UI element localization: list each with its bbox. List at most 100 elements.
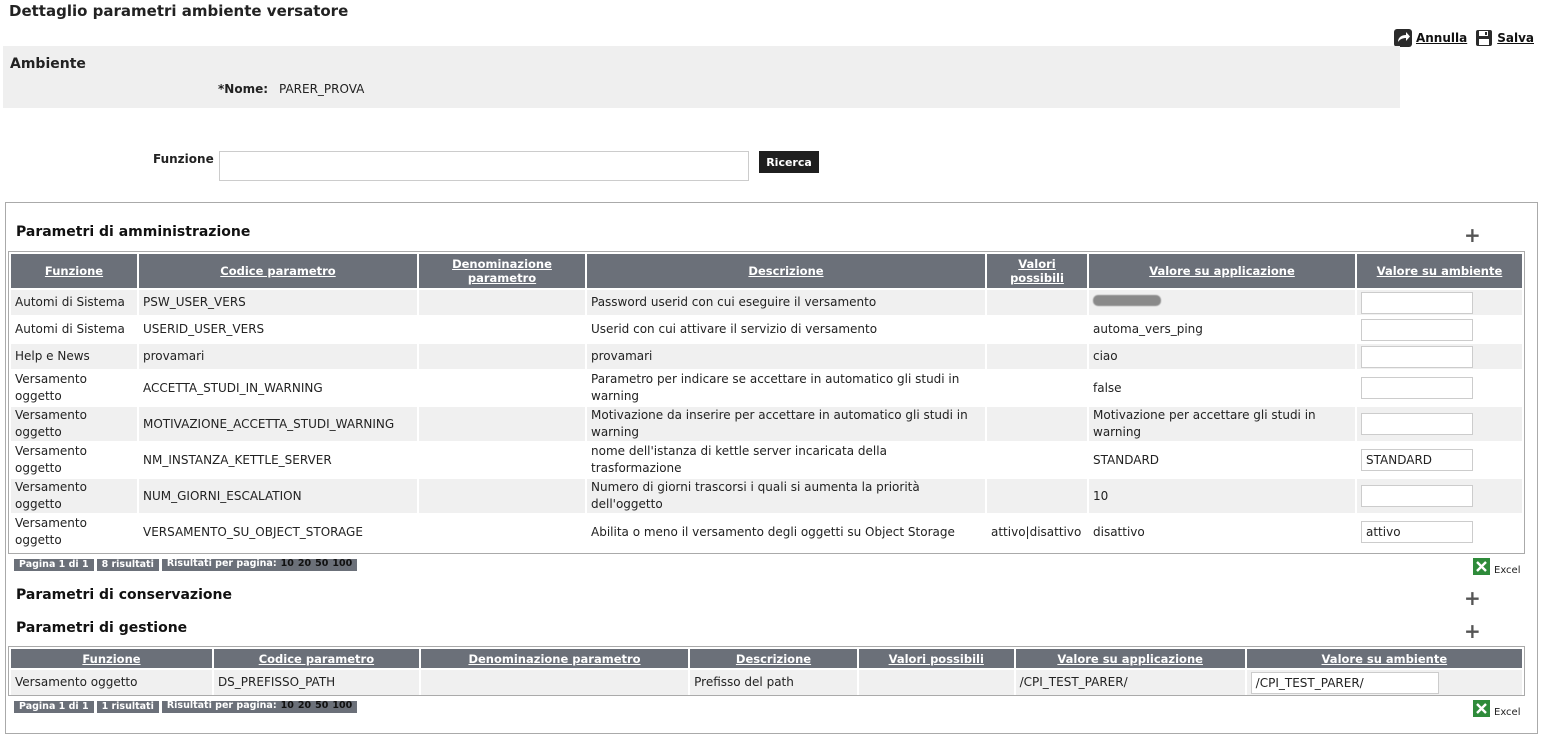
cell-ambiente [1357, 407, 1522, 441]
cell-valori [987, 479, 1087, 513]
col-denominazione[interactable]: Denominazione parametro [419, 254, 585, 288]
col-ambiente[interactable]: Valore su ambiente [1246, 649, 1522, 668]
cell-ambiente [1357, 371, 1522, 405]
cell-ambiente [1357, 479, 1522, 513]
funzione-label: Funzione [153, 152, 214, 166]
cell-applicazione [1089, 290, 1355, 315]
cell-funzione: Versamento oggetto [11, 407, 137, 441]
table-row: Versamento oggetto NUM_GIORNI_ESCALATION N… [11, 479, 1522, 513]
valore-ambiente-input[interactable] [1361, 291, 1473, 314]
cell-valori [858, 670, 1014, 695]
cell-descrizione: Abilita o meno il versamento degli ogget… [587, 515, 985, 549]
cell-applicazione: /CPI_TEST_PARER/ [1015, 670, 1245, 695]
page-title: Dettaglio parametri ambiente versatore [9, 2, 349, 20]
page-size-50[interactable]: 50 [313, 559, 330, 571]
col-denominazione[interactable]: Denominazione parametro [420, 649, 689, 668]
pager-per-page-label: Risultati per pagina: [166, 558, 277, 569]
cell-ambiente: attivo [1357, 515, 1522, 549]
search-button[interactable]: Ricerca [759, 151, 819, 173]
cell-codice: DS_PREFISSO_PATH [213, 670, 419, 695]
add-admin-icon[interactable]: + [1464, 225, 1481, 245]
cell-codice: VERSAMENTO_SU_OBJECT_STORAGE [139, 515, 417, 549]
table-row: Versamento oggetto DS_PREFISSO_PATH Prefis… [11, 670, 1522, 695]
valore-ambiente-input[interactable]: attivo [1361, 521, 1473, 543]
cell-funzione: Versamento oggetto [11, 515, 137, 549]
cell-applicazione: false [1089, 371, 1355, 405]
cell-valori [987, 371, 1087, 405]
floppy-disk-icon[interactable] [1475, 29, 1493, 47]
valore-ambiente-input[interactable]: /CPI_TEST_PARER/ [1250, 671, 1439, 694]
cell-denominazione [419, 371, 585, 405]
pager-per-page-label: Risultati per pagina: [166, 700, 277, 711]
page-size-50[interactable]: 50 [313, 701, 330, 713]
pager-results: 1 risultati [96, 701, 159, 713]
add-conservazione-icon[interactable]: + [1464, 588, 1481, 608]
col-ambiente[interactable]: Valore su ambiente [1357, 254, 1522, 288]
valore-ambiente-input[interactable] [1361, 345, 1473, 368]
table-row: Versamento oggetto ACCETTA_STUDI_IN_WARNI… [11, 371, 1522, 405]
col-codice[interactable]: Codice parametro [213, 649, 419, 668]
page-size-10[interactable]: 10 [279, 701, 296, 713]
valore-ambiente-input[interactable] [1361, 318, 1473, 341]
col-funzione[interactable]: Funzione [11, 254, 137, 288]
cell-applicazione: disattivo [1089, 515, 1355, 549]
valore-ambiente-input[interactable] [1361, 485, 1473, 507]
col-descrizione[interactable]: Descrizione [587, 254, 985, 288]
page-size-20[interactable]: 20 [296, 701, 313, 713]
page-size-100[interactable]: 100 [330, 701, 354, 713]
excel-icon [1473, 700, 1490, 717]
cell-descrizione: provamari [587, 344, 985, 369]
valore-ambiente-input[interactable] [1361, 413, 1473, 435]
cancel-link[interactable]: Annulla [1416, 31, 1467, 45]
col-applicazione[interactable]: Valore su applicazione [1089, 254, 1355, 288]
cell-applicazione: ciao [1089, 344, 1355, 369]
admin-section-title: Parametri di amministrazione [16, 224, 251, 240]
undo-arrow-icon[interactable] [1393, 29, 1412, 47]
cell-codice: USERID_USER_VERS [139, 317, 417, 342]
cell-applicazione: STANDARD [1089, 443, 1355, 477]
pager-results: 8 risultati [96, 559, 159, 571]
cell-ambiente: /CPI_TEST_PARER/ [1246, 670, 1522, 695]
cell-ambiente [1357, 344, 1522, 369]
conservazione-section-title: Parametri di conservazione [16, 587, 232, 603]
cell-codice: ACCETTA_STUDI_IN_WARNING [139, 371, 417, 405]
admin-excel-export[interactable]: Excel [1473, 557, 1521, 576]
cell-funzione: Versamento oggetto [11, 479, 137, 513]
page-size-20[interactable]: 20 [296, 559, 313, 571]
col-applicazione[interactable]: Valore su applicazione [1015, 649, 1245, 668]
cell-codice: NUM_GIORNI_ESCALATION [139, 479, 417, 513]
cell-ambiente: STANDARD [1357, 443, 1522, 477]
page-size-100[interactable]: 100 [330, 559, 354, 571]
gestione-excel-export[interactable]: Excel [1473, 699, 1521, 718]
pager-sizes: Risultati per pagina: 10 20 50 100 [161, 700, 358, 713]
col-funzione[interactable]: Funzione [11, 649, 212, 668]
funzione-input[interactable] [219, 151, 749, 181]
table-row: Automi di Sistema PSW_USER_VERS Password u… [11, 290, 1522, 315]
cell-applicazione: 10 [1089, 479, 1355, 513]
save-link[interactable]: Salva [1497, 31, 1534, 45]
cell-codice: NM_INSTANZA_KETTLE_SERVER [139, 443, 417, 477]
col-descrizione[interactable]: Descrizione [690, 649, 857, 668]
cell-valori [987, 344, 1087, 369]
page-size-10[interactable]: 10 [279, 559, 296, 571]
valore-ambiente-input[interactable]: STANDARD [1361, 449, 1473, 471]
cell-descrizione: Prefisso del path [690, 670, 857, 695]
cell-funzione: Automi di Sistema [11, 290, 137, 315]
pager-page: Pagina 1 di 1 [14, 701, 94, 713]
cell-descrizione: nome dell'istanza di kettle server incar… [587, 443, 985, 477]
admin-table: Funzione Codice parametro Denominazione … [9, 252, 1524, 551]
cell-funzione: Versamento oggetto [11, 443, 137, 477]
cell-denominazione [419, 479, 585, 513]
cell-descrizione: Numero di giorni trascorsi i quali si au… [587, 479, 985, 513]
col-valori[interactable]: Valori possibili [987, 254, 1087, 288]
cell-applicazione: automa_vers_ping [1089, 317, 1355, 342]
col-codice[interactable]: Codice parametro [139, 254, 417, 288]
cell-valori: attivo|disattivo [987, 515, 1087, 549]
cell-codice: PSW_USER_VERS [139, 290, 417, 315]
valore-ambiente-input[interactable] [1361, 377, 1473, 399]
gestione-table: Funzione Codice parametro Denominazione … [9, 647, 1524, 697]
col-valori[interactable]: Valori possibili [858, 649, 1014, 668]
redacted-value [1093, 295, 1161, 306]
add-gestione-icon[interactable]: + [1464, 621, 1481, 641]
admin-pager: Pagina 1 di 1 8 risultati Risultati per … [14, 558, 358, 571]
